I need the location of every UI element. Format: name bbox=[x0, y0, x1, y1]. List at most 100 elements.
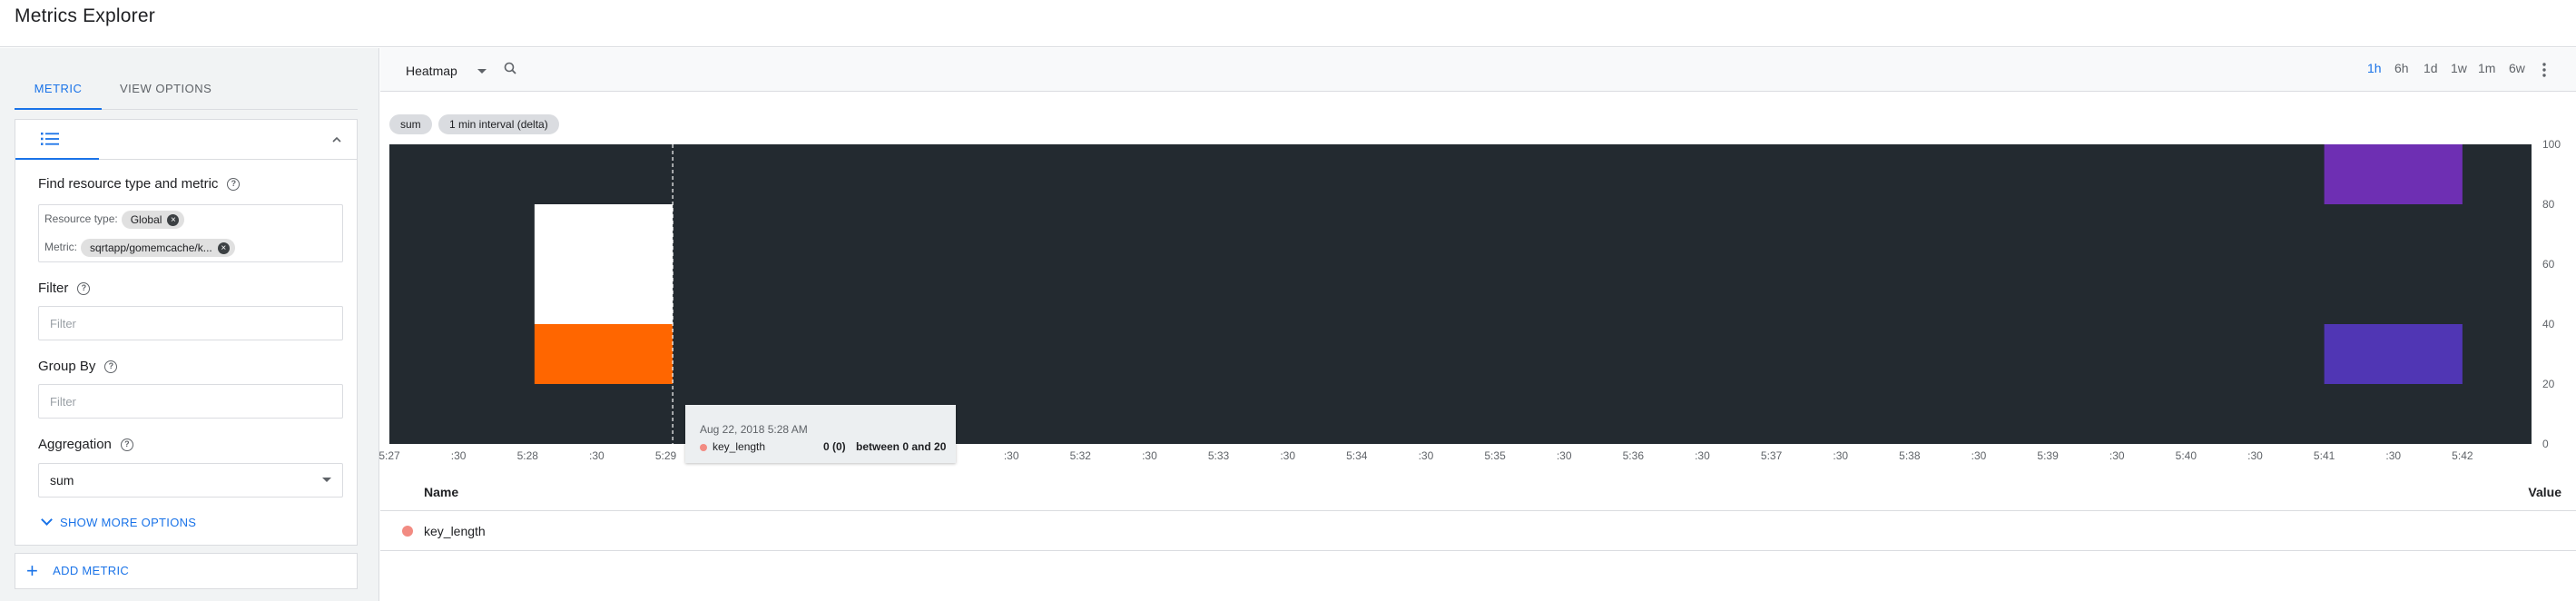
more-vert-icon[interactable] bbox=[2542, 61, 2547, 79]
value-column-header[interactable]: Value bbox=[2528, 485, 2561, 499]
resource-type-chip[interactable]: Global × bbox=[121, 211, 185, 229]
time-range-6h[interactable]: 6h bbox=[2394, 61, 2409, 75]
x-tick-label: :30 bbox=[1280, 449, 1296, 462]
x-tick-label: :30 bbox=[1556, 449, 1572, 462]
x-tick-label: 5:42 bbox=[2452, 449, 2473, 462]
tooltip-value: 0 (0) bbox=[823, 440, 846, 453]
time-range-selector: 1h 6h 1d 1w 1m 6w bbox=[2367, 61, 2576, 79]
tooltip-range: between 0 and 20 bbox=[856, 440, 947, 453]
close-icon[interactable]: × bbox=[217, 242, 230, 255]
group-by-label: Group By bbox=[38, 359, 96, 374]
help-icon[interactable]: ? bbox=[227, 178, 241, 192]
chart-tooltip: Aug 22, 2018 5:28 AM key_length 0 (0) be… bbox=[685, 405, 956, 463]
x-tick-label: 5:33 bbox=[1207, 449, 1230, 462]
x-tick-label: 5:41 bbox=[2313, 449, 2335, 462]
metric-card: Find resource type and metric? Resource … bbox=[15, 119, 358, 546]
chart-toolbar: Heatmap 1h 6h 1d 1w 1m 6w bbox=[380, 48, 2576, 92]
x-tick-label: :30 bbox=[1142, 449, 1157, 462]
x-tick-label: :30 bbox=[2109, 449, 2125, 462]
metric-row: Metric: sqrtapp/gomemcache/k... × bbox=[44, 239, 235, 259]
aggregation-label: Aggregation bbox=[38, 437, 112, 452]
time-range-1h[interactable]: 1h bbox=[2367, 61, 2382, 75]
panel-tabs: METRIC VIEW OPTIONS bbox=[15, 68, 358, 110]
search-icon[interactable] bbox=[503, 61, 519, 77]
group-by-label-row: Group By? bbox=[38, 359, 118, 374]
time-range-1m[interactable]: 1m bbox=[2478, 61, 2495, 75]
time-range-6w[interactable]: 6w bbox=[2509, 61, 2525, 75]
aggregation-label-row: Aggregation? bbox=[38, 437, 133, 452]
filter-label: Filter bbox=[38, 281, 69, 296]
heatmap-cell[interactable] bbox=[2324, 144, 2463, 204]
x-tick-label: :30 bbox=[1833, 449, 1849, 462]
plus-icon: + bbox=[26, 559, 39, 582]
heatmap-svg[interactable] bbox=[389, 144, 2576, 526]
chart-type-select[interactable]: Heatmap bbox=[406, 64, 457, 78]
x-tick-label: 5:40 bbox=[2175, 449, 2197, 462]
chevron-up-icon[interactable] bbox=[328, 131, 346, 149]
metric-panel: METRIC VIEW OPTIONS Find resource type a… bbox=[0, 48, 379, 601]
heatmap-plot-background bbox=[389, 144, 2532, 444]
add-metric-label: ADD METRIC bbox=[53, 564, 130, 577]
aggregation-value: sum bbox=[50, 473, 74, 488]
x-tick-label: :30 bbox=[1418, 449, 1434, 462]
series-color-dot bbox=[402, 526, 413, 537]
table-row[interactable]: key_length bbox=[380, 512, 2576, 551]
help-icon[interactable]: ? bbox=[120, 438, 133, 452]
x-tick-label: :30 bbox=[2247, 449, 2263, 462]
heatmap-cell[interactable] bbox=[534, 324, 673, 384]
group-by-input[interactable]: Filter bbox=[38, 384, 343, 419]
aggregation-select[interactable]: sum bbox=[38, 463, 343, 498]
x-tick-label: :30 bbox=[589, 449, 605, 462]
x-tick-label: :30 bbox=[2385, 449, 2402, 462]
help-icon[interactable]: ? bbox=[77, 282, 91, 296]
metric-label: Metric: bbox=[44, 241, 77, 254]
x-tick-label: :30 bbox=[1971, 449, 1987, 462]
resource-type-label: Resource type: bbox=[44, 212, 118, 226]
x-tick-label: 5:37 bbox=[1760, 449, 1783, 462]
chart-area: Heatmap 1h 6h 1d 1w 1m 6w sum 1 min inte… bbox=[379, 48, 2576, 601]
tab-view-options[interactable]: VIEW OPTIONS bbox=[120, 68, 238, 110]
heatmap-cell[interactable] bbox=[534, 204, 673, 324]
add-metric-button[interactable]: + ADD METRIC bbox=[15, 553, 358, 589]
metric-list-tab[interactable] bbox=[15, 120, 99, 160]
y-tick-label: 100 bbox=[2542, 138, 2561, 151]
x-tick-label: :30 bbox=[1003, 449, 1019, 462]
dropdown-caret-icon bbox=[322, 478, 331, 482]
metric-card-header bbox=[15, 120, 357, 160]
time-range-1d[interactable]: 1d bbox=[2424, 61, 2438, 75]
help-icon[interactable]: ? bbox=[104, 360, 118, 374]
x-tick-label: :30 bbox=[1695, 449, 1710, 462]
tooltip-series-name: key_length bbox=[713, 440, 766, 453]
list-icon bbox=[41, 133, 59, 145]
tab-metric[interactable]: METRIC bbox=[15, 68, 102, 110]
find-resource-label-row: Find resource type and metric? bbox=[38, 176, 241, 192]
name-column-header[interactable]: Name bbox=[424, 485, 458, 499]
filter-label-row: Filter? bbox=[38, 281, 91, 296]
close-icon[interactable]: × bbox=[167, 214, 180, 227]
x-tick-label: 5:28 bbox=[516, 449, 538, 462]
tooltip-date: Aug 22, 2018 5:28 AM bbox=[700, 423, 808, 436]
series-table-header: Name Value bbox=[380, 471, 2576, 511]
metric-chip[interactable]: sqrtapp/gomemcache/k... × bbox=[81, 239, 235, 257]
resource-type-row: Resource type: Global × bbox=[44, 211, 185, 231]
time-range-1w[interactable]: 1w bbox=[2451, 61, 2467, 75]
x-tick-label: 5:29 bbox=[654, 449, 677, 462]
series-name: key_length bbox=[424, 524, 486, 538]
dropdown-caret-icon[interactable] bbox=[477, 69, 487, 74]
page-title: Metrics Explorer bbox=[15, 5, 155, 26]
x-tick-label: 5:32 bbox=[1069, 449, 1091, 462]
x-tick-label: :30 bbox=[450, 449, 467, 462]
resource-metric-box[interactable]: Resource type: Global × Metric: sqrtapp/gom… bbox=[38, 204, 343, 262]
heatmap-cell[interactable] bbox=[2324, 324, 2463, 384]
show-more-options-button[interactable]: SHOW MORE OPTIONS bbox=[41, 514, 197, 529]
x-tick-label: 5:27 bbox=[379, 449, 400, 462]
filter-input[interactable]: Filter bbox=[38, 306, 343, 340]
interval-pill: 1 min interval (delta) bbox=[438, 114, 559, 134]
find-resource-label: Find resource type and metric bbox=[38, 176, 219, 192]
y-tick-label: 80 bbox=[2542, 198, 2555, 211]
aggregation-pill: sum bbox=[389, 114, 432, 134]
metric-value: sqrtapp/gomemcache/k... bbox=[90, 241, 212, 254]
show-more-options-label: SHOW MORE OPTIONS bbox=[60, 516, 197, 529]
heatmap-chart[interactable]: 5:27:305:28:305:29:305:30:305:31:305:32:… bbox=[379, 138, 2576, 526]
y-tick-label: 40 bbox=[2542, 318, 2555, 330]
